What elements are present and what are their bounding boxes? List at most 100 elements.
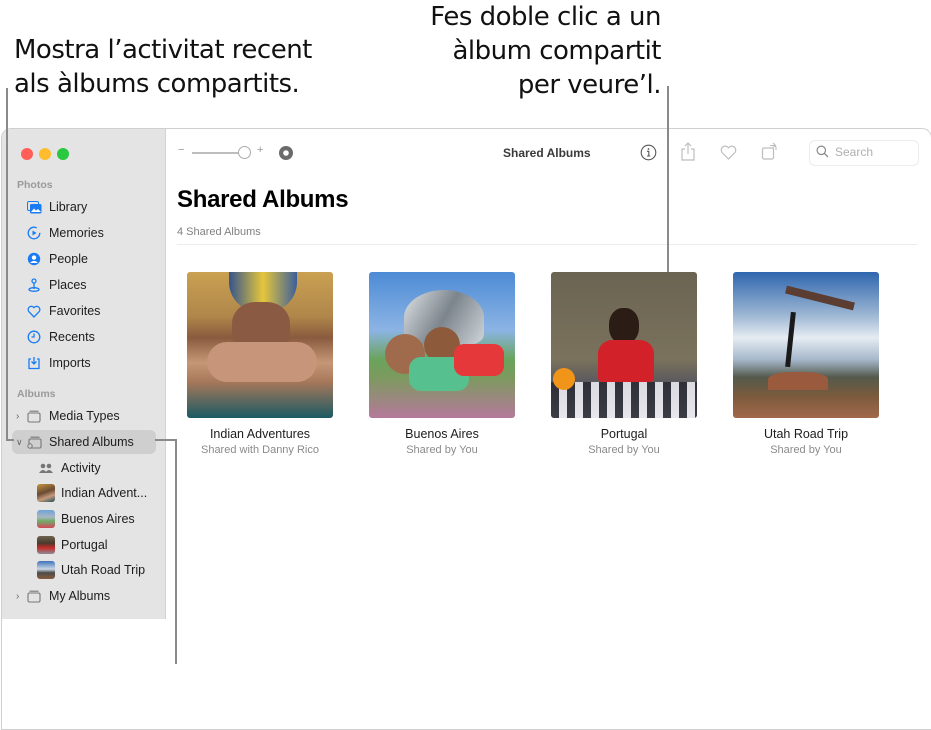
slideshow-icon xyxy=(279,146,293,160)
zoom-button[interactable] xyxy=(57,148,69,160)
photos-window: Photos Library Memories People Places Fa… xyxy=(1,128,931,730)
album-card-portugal[interactable]: Portugal Shared by You xyxy=(534,272,714,456)
album-thumbnail xyxy=(37,536,55,554)
album-cover[interactable] xyxy=(187,272,333,418)
sidebar-item-label: Favorites xyxy=(49,304,101,318)
info-icon xyxy=(640,144,657,161)
sidebar-item-label: Media Types xyxy=(49,409,120,423)
search-field[interactable] xyxy=(809,140,919,166)
chevron-right-icon[interactable]: › xyxy=(16,411,19,422)
sidebar-item-label: Activity xyxy=(61,461,101,475)
sidebar-item-media-types[interactable]: › Media Types xyxy=(2,404,189,428)
folder-icon xyxy=(26,588,42,604)
sidebar-item-label: Buenos Aires xyxy=(61,512,135,526)
search-input[interactable] xyxy=(833,144,917,160)
sidebar-item-label: People xyxy=(49,252,88,266)
callout-leader-line xyxy=(175,439,177,664)
album-card-indian-adventures[interactable]: Indian Adventures Shared with Danny Rico xyxy=(170,272,350,456)
callout-line-text: als àlbums compartits. xyxy=(14,69,300,99)
memories-icon xyxy=(26,225,42,241)
album-thumbnail xyxy=(37,561,55,579)
people-icon xyxy=(26,251,42,267)
heart-icon xyxy=(720,145,737,160)
album-card-buenos-aires[interactable]: Buenos Aires Shared by You xyxy=(352,272,532,456)
sidebar-item-label: Imports xyxy=(49,356,91,370)
clock-icon xyxy=(26,329,42,345)
callout-double-click: Fes doble clic a un àlbum compartit per … xyxy=(430,0,661,102)
library-icon xyxy=(26,199,42,215)
close-button[interactable] xyxy=(21,148,33,160)
zoom-slider-knob[interactable] xyxy=(238,146,251,159)
sidebar-item-places[interactable]: Places xyxy=(2,273,189,297)
callout-line-text: Mostra l’activitat recent xyxy=(14,35,312,65)
search-icon xyxy=(816,145,829,163)
toolbar: − + Shared Albums xyxy=(166,129,931,177)
sidebar-item-label: Recents xyxy=(49,330,95,344)
heart-icon xyxy=(26,303,42,319)
zoom-out-button[interactable]: − xyxy=(178,144,184,156)
callout-line-text: per veure’l. xyxy=(517,70,662,100)
chevron-down-icon[interactable]: ∨ xyxy=(16,437,23,448)
album-card-utah-road-trip[interactable]: Utah Road Trip Shared by You xyxy=(716,272,896,456)
sidebar: Photos Library Memories People Places Fa… xyxy=(2,129,166,619)
album-name: Indian Adventures xyxy=(209,427,311,441)
section-header-photos: Photos xyxy=(17,179,53,191)
import-icon xyxy=(26,355,42,371)
sidebar-item-imports[interactable]: Imports xyxy=(2,351,189,375)
sidebar-item-label: Memories xyxy=(49,226,104,240)
album-cover[interactable] xyxy=(733,272,879,418)
zoom-in-button[interactable]: + xyxy=(257,144,263,156)
album-thumbnail xyxy=(37,510,55,528)
sidebar-item-my-albums[interactable]: › My Albums xyxy=(2,584,189,608)
folder-icon xyxy=(26,408,42,424)
album-count: 4 Shared Albums xyxy=(177,226,261,238)
callout-line-text: Fes doble clic a un xyxy=(430,2,661,32)
places-icon xyxy=(26,277,42,293)
sidebar-item-label: Shared Albums xyxy=(49,435,134,449)
chevron-right-icon[interactable]: › xyxy=(16,591,19,602)
callout-leader-line xyxy=(6,88,8,441)
section-header-albums: Albums xyxy=(17,388,56,400)
album-shared-status: Shared by You xyxy=(588,444,660,456)
album-cover[interactable] xyxy=(551,272,697,418)
sidebar-item-label: Utah Road Trip xyxy=(61,563,146,577)
callout-line-text: àlbum compartit xyxy=(452,36,662,66)
rotate-icon xyxy=(761,142,777,160)
album-name: Portugal xyxy=(600,427,648,441)
sidebar-item-shared-albums[interactable]: ∨ Shared Albums xyxy=(2,430,189,454)
minimize-button[interactable] xyxy=(39,148,51,160)
sidebar-item-label: Places xyxy=(49,278,87,292)
sidebar-item-library[interactable]: Library xyxy=(2,195,189,219)
rotate-button[interactable] xyxy=(761,142,778,165)
album-name: Buenos Aires xyxy=(405,427,479,441)
slideshow-button[interactable] xyxy=(278,145,294,166)
info-button[interactable] xyxy=(640,144,657,166)
album-shared-status: Shared by You xyxy=(406,444,478,456)
sidebar-item-label: Library xyxy=(49,200,88,214)
album-name: Utah Road Trip xyxy=(763,427,849,441)
callout-activity: Mostra l’activitat recent als àlbums com… xyxy=(14,33,312,101)
main-content: − + Shared Albums Search Shared Albums 4… xyxy=(166,129,931,729)
sidebar-item-recents[interactable]: Recents xyxy=(2,325,189,349)
share-button[interactable] xyxy=(680,142,696,166)
sidebar-item-label: My Albums xyxy=(49,589,111,603)
album-shared-status: Shared with Danny Rico xyxy=(200,444,319,456)
sidebar-item-label: Indian Advent... xyxy=(61,486,148,500)
sidebar-item-favorites[interactable]: Favorites xyxy=(2,299,189,323)
page-title: Shared Albums xyxy=(177,186,349,213)
album-shared-status: Shared by You xyxy=(770,444,842,456)
divider xyxy=(177,244,917,245)
shared-folder-icon xyxy=(26,434,42,450)
share-icon xyxy=(681,142,695,161)
callout-leader-line xyxy=(667,86,669,272)
callout-leader-line xyxy=(155,439,177,441)
activity-icon xyxy=(38,460,54,476)
album-thumbnail xyxy=(37,484,55,502)
sidebar-item-memories[interactable]: Memories xyxy=(2,221,189,245)
sidebar-item-label: Portugal xyxy=(61,538,108,552)
album-cover[interactable] xyxy=(369,272,515,418)
toolbar-title: Shared Albums xyxy=(503,146,591,160)
sidebar-item-people[interactable]: People xyxy=(2,247,189,271)
favorite-button[interactable] xyxy=(720,145,737,165)
zoom-slider[interactable] xyxy=(192,152,244,154)
